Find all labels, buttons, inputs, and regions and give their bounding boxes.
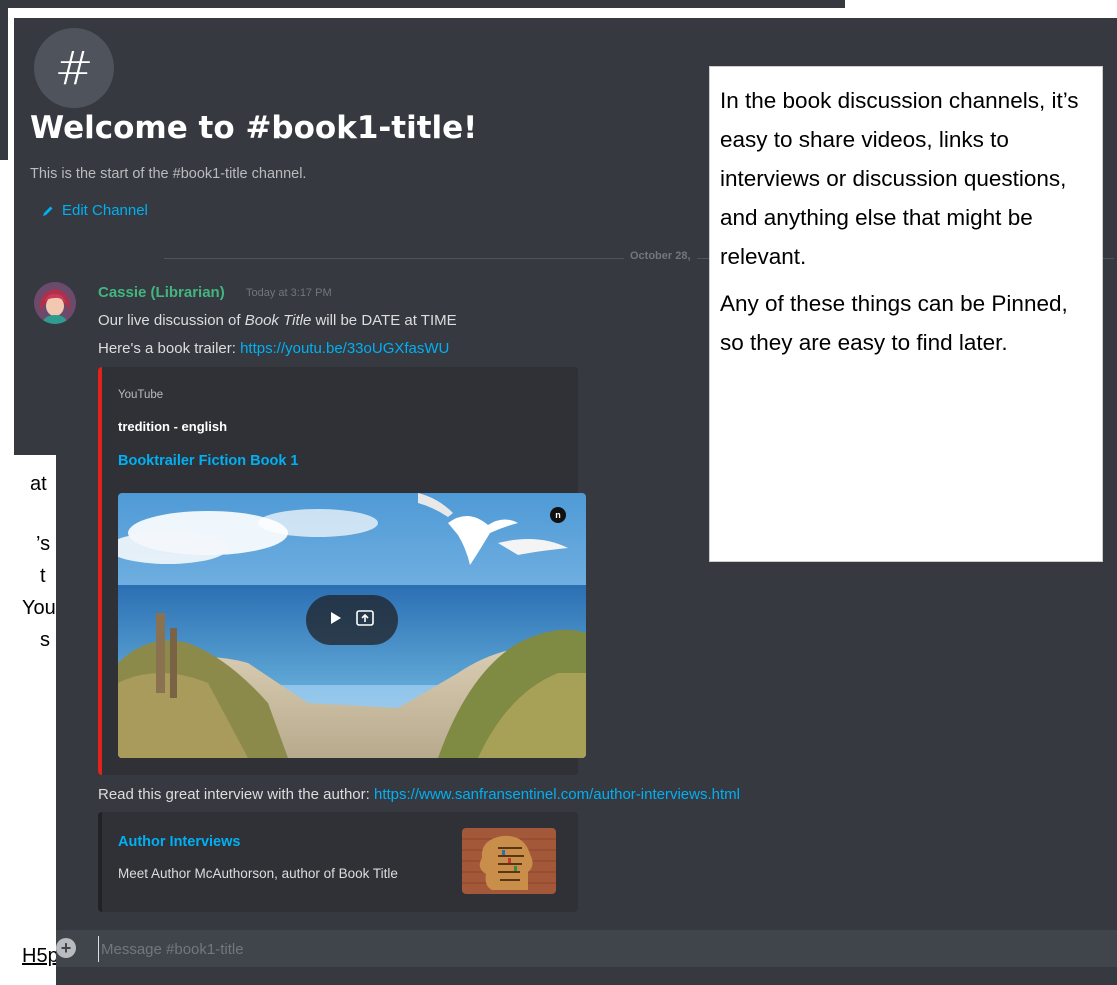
callout-paragraph-2: Any of these things can be Pinned, so th… [720,291,1068,355]
embed-author[interactable]: tredition - english [118,419,227,434]
message-line-3-prefix: Read this great interview with the autho… [98,786,374,803]
youtube-embed: YouTube tredition - english Booktrailer … [98,367,586,775]
welcome-subtitle: This is the start of the #book1-title ch… [30,166,307,182]
background-border-left [0,0,8,160]
article-embed: Author Interviews Meet Author McAuthorso… [98,812,578,912]
play-button[interactable] [306,595,398,645]
background-link-fragment[interactable]: H5p [22,945,56,968]
embed-title[interactable]: Booktrailer Fiction Book 1 [118,453,298,469]
trailer-link[interactable]: https://youtu.be/33oUGXfasWU [240,340,449,357]
message-input[interactable] [98,936,903,962]
message-line-3: Read this great interview with the autho… [98,786,740,803]
edit-channel-label: Edit Channel [62,202,148,219]
message-line-1-prefix: Our live discussion of [98,312,245,329]
edit-channel-button[interactable]: Edit Channel [42,202,148,219]
left-fragment-5: You [22,597,56,619]
message-author[interactable]: Cassie (Librarian) [98,284,225,301]
article-embed-title[interactable]: Author Interviews [118,834,240,850]
left-fragment-1: at [30,473,47,495]
head-bookshelf-image [462,828,556,894]
open-external-icon [356,609,374,631]
welcome-title: Welcome to #book1-title! [30,110,478,146]
message-line-1: Our live discussion of Book Title will b… [98,312,457,329]
date-divider-label: October 28, [624,250,697,262]
message-line-2-prefix: Here's a book trailer: [98,340,241,357]
video-thumbnail[interactable]: n [118,493,586,758]
message-line-1-italic: Book Title [244,312,312,329]
left-fragment-4: t [40,565,46,587]
message-line-1-suffix: will be DATE at TIME [311,312,457,329]
channel-logo-icon: n [550,507,566,523]
avatar[interactable] [34,282,76,324]
upload-plus-icon[interactable]: + [56,938,76,958]
callout-box-left: at ’s t You s H5p [0,455,56,985]
left-fragment-3: ’s [36,533,51,555]
left-fragment-6: s [40,629,50,651]
pencil-icon [43,206,53,216]
avatar-illustration [34,282,76,324]
play-icon [330,611,342,630]
article-embed-description: Meet Author McAuthorson, author of Book … [118,866,398,881]
article-thumbnail[interactable] [462,828,556,894]
background-border-top [0,0,845,8]
callout-paragraph-1: In the book discussion channels, it’s ea… [720,88,1079,269]
interview-link[interactable]: https://www.sanfransentinel.com/author-i… [374,786,740,803]
message-timestamp: Today at 3:17 PM [246,287,332,299]
callout-box-right: In the book discussion channels, it’s ea… [709,66,1103,562]
message-line-2: Here's a book trailer: https://youtu.be/… [98,340,449,357]
channel-hash-icon: # [34,28,114,108]
embed-provider[interactable]: YouTube [118,389,163,401]
